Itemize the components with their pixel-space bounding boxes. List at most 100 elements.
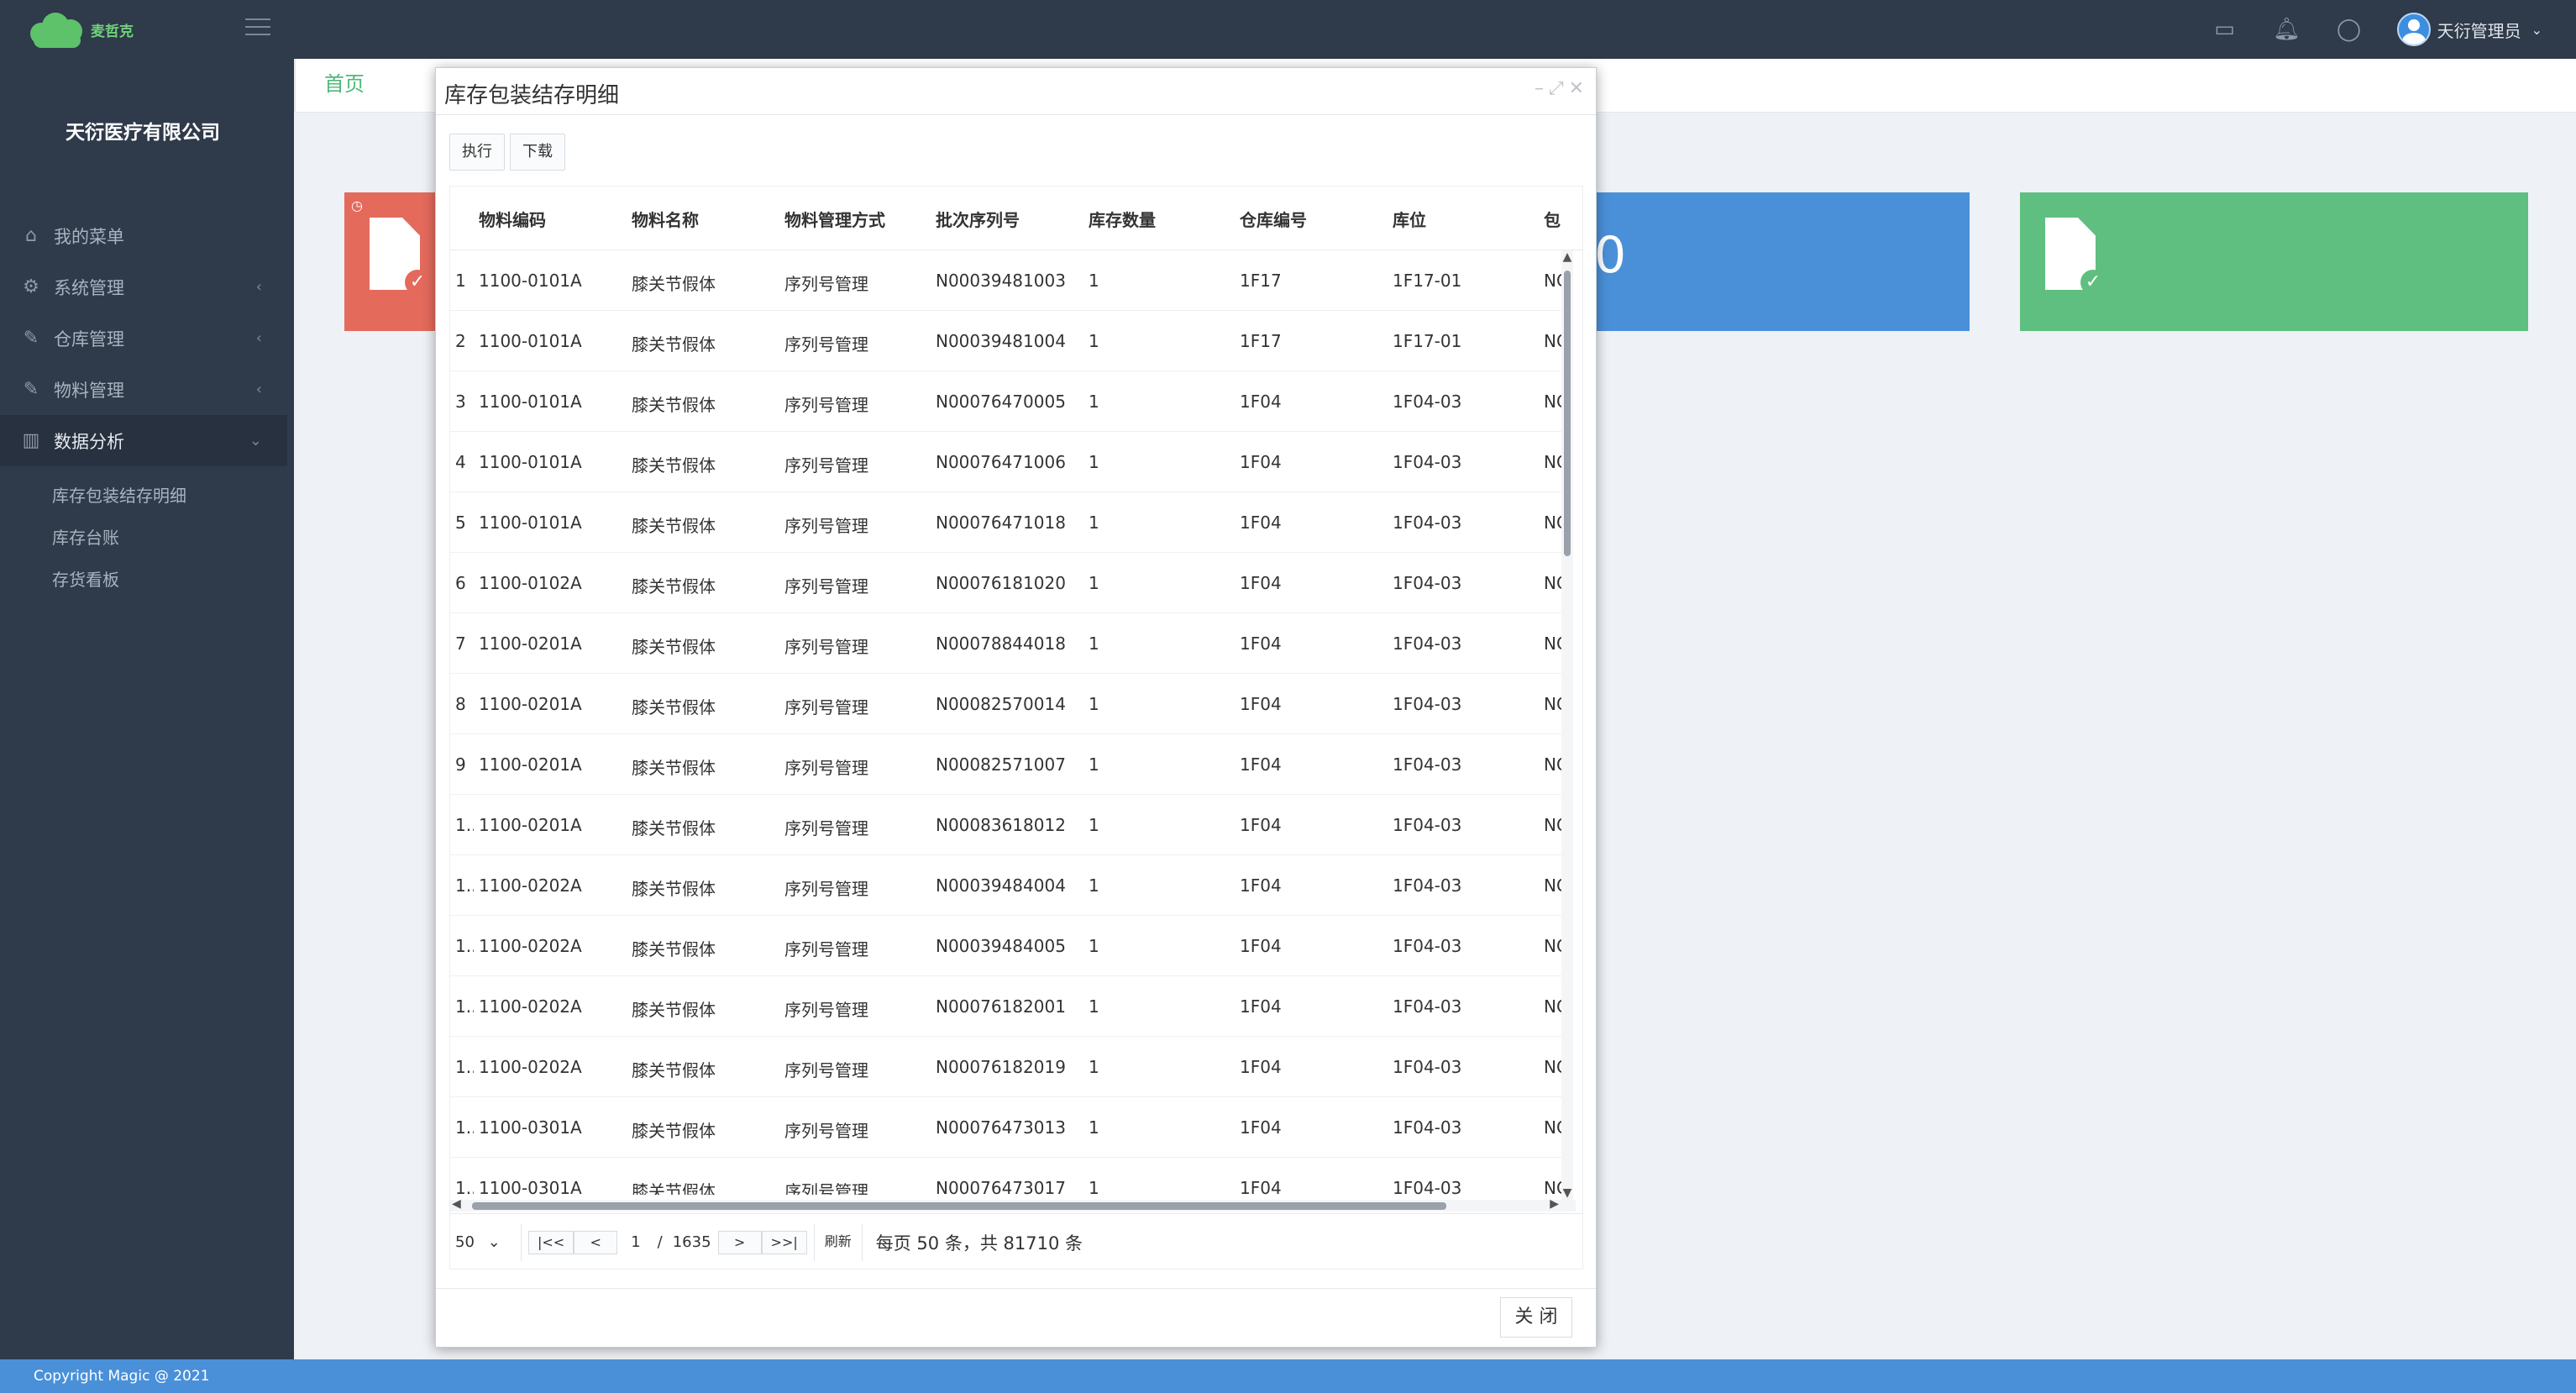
table-cell-qty: 1	[1089, 573, 1099, 593]
table-row[interactable]: 1.. 1100-0202A 膝关节假体 序列号管理 N00076182019 1 1F04…	[450, 1037, 1567, 1097]
pagination-bar: 50 ⌄ |<< < 1 / 1635 > >>| 刷新 每页 50 条，共 8…	[450, 1213, 1582, 1269]
page-size-select[interactable]: 50 ⌄	[455, 1233, 514, 1251]
table-cell-serial: N00076181020	[936, 573, 1066, 593]
download-button[interactable]: 下载	[510, 134, 565, 171]
refresh-button[interactable]: 刷新	[821, 1231, 855, 1254]
table-cell-serial: N00076473013	[936, 1117, 1066, 1138]
dashboard-card-blue[interactable]: 0	[1587, 192, 1970, 331]
document-check-icon: ✓	[370, 218, 430, 295]
execute-button[interactable]: 执行	[449, 134, 505, 171]
submenu-item-inventory-ledger[interactable]: 库存台账	[0, 517, 287, 559]
home-icon: ⌂	[25, 225, 37, 246]
current-page-input[interactable]: 1	[631, 1233, 640, 1251]
table-cell-mode: 序列号管理	[784, 576, 868, 597]
dashboard-card-red[interactable]: ◷ ✓	[344, 192, 445, 331]
chat-icon[interactable]: ◯	[2335, 15, 2364, 44]
column-header[interactable]: 批次序列号	[936, 207, 1020, 231]
table-row[interactable]: 9 1100-0201A 膝关节假体 序列号管理 N00082571007 1 1F04 1F…	[450, 734, 1567, 795]
table-row[interactable]: 1.. 1100-0301A 膝关节假体 序列号管理 N00076473017 1 1F04…	[450, 1158, 1567, 1195]
table-cell-code: 1100-0301A	[479, 1117, 582, 1138]
table-cell-name: 膝关节假体	[632, 758, 716, 778]
table-cell-qty: 1	[1089, 1057, 1099, 1077]
table-row[interactable]: 2 1100-0101A 膝关节假体 序列号管理 N00039481004 1 1F17 1F…	[450, 311, 1567, 371]
tab-home[interactable]: 首页	[324, 67, 365, 97]
table-cell-pkg: NC	[1544, 633, 1562, 654]
column-header[interactable]: 仓库编号	[1240, 207, 1307, 231]
table-cell-qty: 1	[1089, 1117, 1099, 1138]
scroll-down-icon[interactable]: ▼	[1561, 1186, 1573, 1200]
table-cell-n: 1..	[455, 1117, 474, 1138]
scroll-right-icon[interactable]: ▶	[1550, 1197, 1559, 1211]
scroll-up-icon[interactable]: ▲	[1561, 250, 1573, 264]
vertical-scrollbar[interactable]: ▲ ▼	[1561, 250, 1573, 1200]
scroll-left-icon[interactable]: ◀	[452, 1197, 461, 1211]
column-header[interactable]: 库存数量	[1089, 207, 1156, 231]
column-header[interactable]: 物料编码	[479, 207, 546, 231]
table-row[interactable]: 1 1100-0101A 膝关节假体 序列号管理 N00039481003 1 1F17 1F…	[450, 250, 1567, 311]
close-icon[interactable]: ✕	[1569, 78, 1584, 99]
next-page-button[interactable]: >	[717, 1230, 762, 1254]
company-name: 天衍医疗有限公司	[66, 122, 220, 144]
submenu-item-inventory-detail[interactable]: 库存包装结存明细	[0, 475, 287, 517]
table-cell-wh: 1F04	[1240, 513, 1282, 533]
table-row[interactable]: 1.. 1100-0202A 膝关节假体 序列号管理 N00076182001 1 1F04…	[450, 976, 1567, 1037]
table-row[interactable]: 3 1100-0101A 膝关节假体 序列号管理 N00076470005 1 1F04 1F…	[450, 371, 1567, 432]
dashboard-card-green[interactable]: ✓	[2020, 192, 2528, 331]
minimize-icon[interactable]: –	[1535, 78, 1544, 99]
table-cell-serial: N00083618012	[936, 815, 1066, 835]
submenu-item-stock-board[interactable]: 存货看板	[0, 559, 287, 601]
grid-body: 1 1100-0101A 膝关节假体 序列号管理 N00039481003 1 1F17 1F…	[450, 250, 1582, 1195]
horizontal-scrollbar[interactable]: ◀ ▶	[450, 1197, 1576, 1212]
table-cell-pkg: NC	[1544, 996, 1562, 1017]
sidebar-item-warehouse[interactable]: ✎ 仓库管理 ‹	[0, 313, 287, 364]
scroll-thumb[interactable]	[1564, 271, 1571, 556]
table-row[interactable]: 1.. 1100-0301A 膝关节假体 序列号管理 N00076473013 1 1F04…	[450, 1097, 1567, 1158]
table-row[interactable]: 1.. 1100-0202A 膝关节假体 序列号管理 N00039484005 1 1F04…	[450, 916, 1567, 976]
table-row[interactable]: 7 1100-0201A 膝关节假体 序列号管理 N00078844018 1 1F04 1F…	[450, 613, 1567, 674]
separator	[861, 1223, 863, 1261]
table-row[interactable]: 4 1100-0101A 膝关节假体 序列号管理 N00076471006 1 1F04 1F…	[450, 432, 1567, 492]
table-cell-mode: 序列号管理	[784, 1000, 868, 1020]
table-row[interactable]: 1.. 1100-0201A 膝关节假体 序列号管理 N00083618012 1 1F04…	[450, 795, 1567, 855]
clock-icon: ◷	[351, 197, 363, 213]
prev-page-button[interactable]: <	[574, 1230, 618, 1254]
column-header[interactable]: 物料名称	[632, 207, 699, 231]
table-row[interactable]: 5 1100-0101A 膝关节假体 序列号管理 N00076471018 1 1F04 1F…	[450, 492, 1567, 553]
table-cell-serial: N00082571007	[936, 754, 1066, 775]
table-cell-n: 7	[455, 633, 466, 654]
table-cell-name: 膝关节假体	[632, 274, 716, 294]
menu-toggle-icon[interactable]	[245, 18, 270, 37]
app-logo[interactable]: 麦哲克	[25, 7, 151, 52]
column-header[interactable]: 包装	[1544, 207, 1561, 231]
table-cell-qty: 1	[1089, 271, 1099, 291]
table-cell-pkg: NC	[1544, 1057, 1562, 1077]
table-row[interactable]: 6 1100-0102A 膝关节假体 序列号管理 N00076181020 1 1F04 1F…	[450, 553, 1567, 613]
table-cell-code: 1100-0101A	[479, 392, 582, 412]
close-button[interactable]: 关 闭	[1500, 1297, 1572, 1338]
user-menu[interactable]: 天衍管理员 ⌄	[2396, 13, 2542, 46]
scroll-thumb[interactable]	[472, 1202, 1446, 1210]
first-page-button[interactable]: |<<	[528, 1230, 574, 1254]
table-cell-pkg: NC	[1544, 271, 1562, 291]
table-row[interactable]: 8 1100-0201A 膝关节假体 序列号管理 N00082570014 1 1F04 1F…	[450, 674, 1567, 734]
table-cell-name: 膝关节假体	[632, 818, 716, 838]
table-cell-name: 膝关节假体	[632, 1000, 716, 1020]
sidebar-item-data-analysis[interactable]: ▥ 数据分析 ⌄	[0, 415, 287, 466]
inventory-detail-modal: 库存包装结存明细 – ⤢ ✕ 执行 下载 物料编码 物料名称 物料管理方式 批次…	[435, 67, 1597, 1348]
video-icon[interactable]: ▭	[2211, 15, 2239, 44]
sidebar-item-system[interactable]: ⚙ 系统管理 ‹	[0, 261, 287, 313]
card-value: 0	[1594, 226, 1627, 285]
sidebar-item-my-menu[interactable]: ⌂ 我的菜单	[0, 210, 287, 261]
bell-icon[interactable]: 🔔︎	[2273, 15, 2301, 44]
table-row[interactable]: 1.. 1100-0202A 膝关节假体 序列号管理 N00039484004 1 1F04…	[450, 855, 1567, 916]
column-header[interactable]: 物料管理方式	[784, 207, 885, 231]
table-cell-n: 3	[455, 392, 466, 412]
sidebar-menu: ⌂ 我的菜单 ⚙ 系统管理 ‹ ✎ 仓库管理 ‹ ✎ 物料管理 ‹ ▥ 数据分析…	[0, 210, 287, 601]
last-page-button[interactable]: >>|	[761, 1230, 807, 1254]
table-cell-n: 9	[455, 754, 466, 775]
maximize-icon[interactable]: ⤢	[1549, 78, 1564, 99]
sidebar-item-material[interactable]: ✎ 物料管理 ‹	[0, 364, 287, 415]
column-header[interactable]: 库位	[1393, 207, 1426, 231]
table-cell-loc: 1F04-03	[1393, 513, 1462, 533]
table-cell-pkg: NC	[1544, 573, 1562, 593]
